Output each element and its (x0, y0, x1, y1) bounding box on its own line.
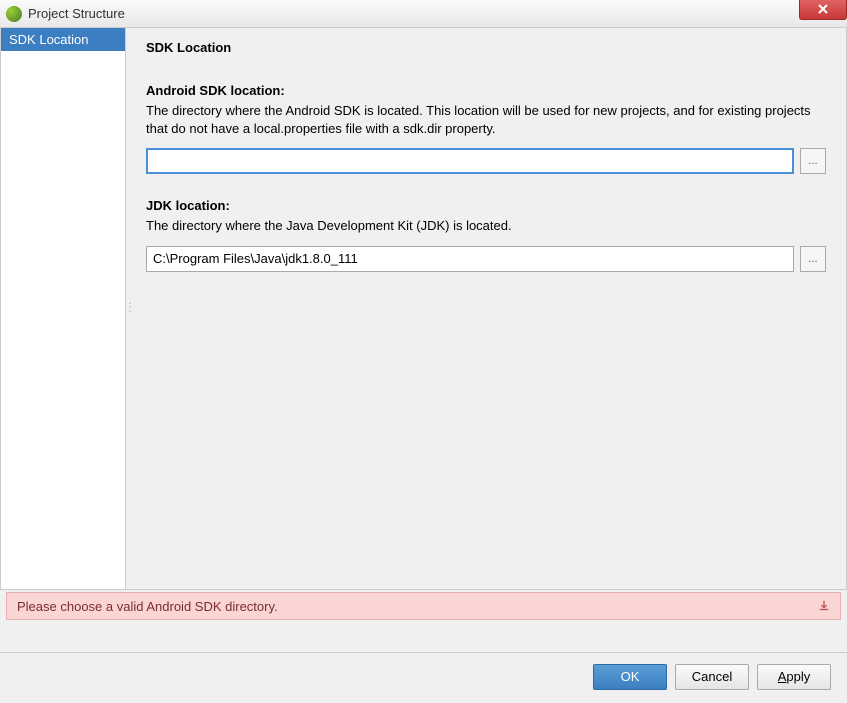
jdk-path-input[interactable] (146, 246, 794, 272)
titlebar: Project Structure (0, 0, 847, 28)
error-message: Please choose a valid Android SDK direct… (17, 599, 278, 614)
jdk-browse-button[interactable]: ... (800, 246, 826, 272)
main-area: SDK Location SDK Location Android SDK lo… (0, 28, 847, 590)
apply-label-rest: pply (786, 669, 810, 684)
android-sdk-input-row: ... (146, 148, 826, 174)
android-sdk-description: The directory where the Android SDK is l… (146, 102, 826, 138)
close-button[interactable] (799, 0, 847, 20)
jdk-description: The directory where the Java Development… (146, 217, 826, 235)
download-icon (817, 599, 831, 613)
page-title: SDK Location (146, 40, 826, 55)
sidebar-item-label: SDK Location (9, 32, 89, 47)
error-bar: Please choose a valid Android SDK direct… (6, 592, 841, 620)
android-sdk-label: Android SDK location: (146, 83, 826, 98)
jdk-label: JDK location: (146, 198, 826, 213)
sidebar: SDK Location (1, 28, 126, 589)
close-icon (817, 3, 829, 15)
content-panel: SDK Location Android SDK location: The d… (126, 28, 846, 589)
window-title: Project Structure (28, 6, 125, 21)
android-sdk-browse-button[interactable]: ... (800, 148, 826, 174)
android-sdk-path-input[interactable] (146, 148, 794, 174)
apply-button[interactable]: Apply (757, 664, 831, 690)
sidebar-item-sdk-location[interactable]: SDK Location (1, 28, 125, 51)
button-bar: OK Cancel Apply (0, 652, 847, 700)
app-icon (6, 6, 22, 22)
cancel-button[interactable]: Cancel (675, 664, 749, 690)
jdk-input-row: ... (146, 246, 826, 272)
download-sdk-button[interactable] (816, 598, 832, 614)
split-divider[interactable] (125, 300, 130, 330)
ok-button[interactable]: OK (593, 664, 667, 690)
